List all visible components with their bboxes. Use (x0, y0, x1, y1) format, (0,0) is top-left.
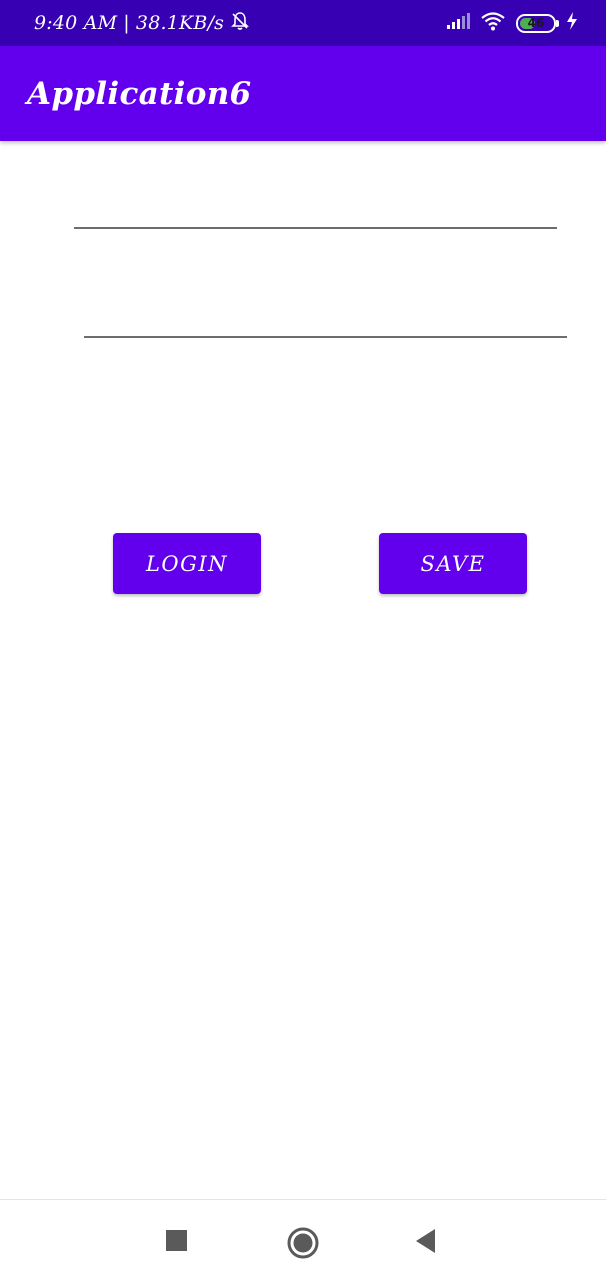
home-icon[interactable] (286, 1226, 320, 1264)
back-icon[interactable] (414, 1226, 438, 1260)
status-net-speed: 38.1KB/s (135, 12, 225, 34)
login-button[interactable]: LOGIN (113, 533, 261, 594)
battery-icon: 46 (516, 13, 559, 33)
signal-icon (446, 13, 470, 33)
save-button[interactable]: SAVE (379, 533, 527, 594)
battery-level: 46 (527, 16, 545, 30)
wifi-icon (480, 11, 506, 35)
status-bar: 9:40 AM | 38.1KB/s 46 (0, 0, 606, 46)
alarm-off-icon (230, 11, 250, 36)
text-field-2[interactable] (84, 298, 567, 338)
charging-icon (566, 12, 578, 34)
text-field-1[interactable] (74, 189, 557, 229)
status-separator: | (123, 12, 130, 34)
recents-icon[interactable] (163, 1226, 191, 1260)
status-time: 9:40 AM (34, 12, 118, 34)
app-title: Application6 (27, 75, 252, 112)
navigation-bar (0, 1199, 606, 1280)
status-left: 9:40 AM | 38.1KB/s (34, 11, 250, 36)
status-right: 46 (446, 11, 578, 35)
app-bar: Application6 (0, 46, 606, 141)
